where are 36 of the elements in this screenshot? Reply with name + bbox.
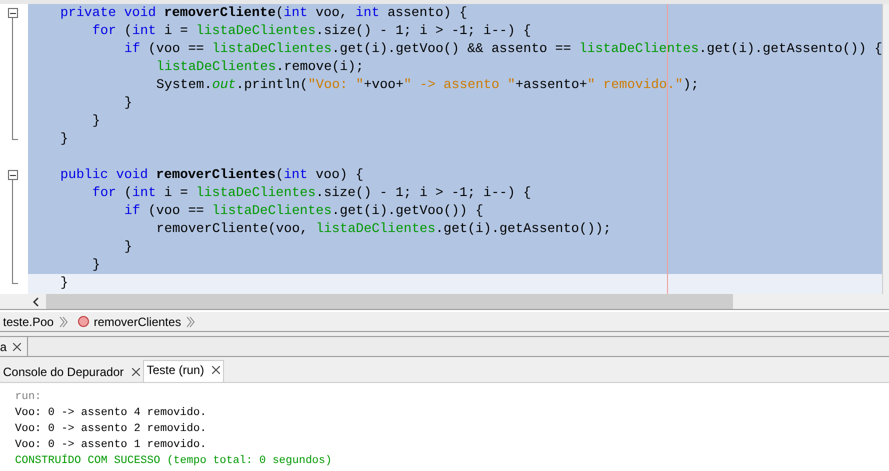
code-line: removerCliente(voo, listaDeClientes.get(i).getAssento()); — [156, 220, 612, 238]
output-line: run: — [15, 390, 42, 405]
output-line: Voo: 0 -> assento 1 removido. — [15, 438, 208, 453]
code-line: if (voo == listaDeClientes.get(i).getVoo() && assento == listaDeClientes.get(i).getAssento()) { — [124, 40, 882, 58]
code-line: } — [60, 274, 68, 292]
chevron-icon — [58, 316, 69, 328]
breadcrumb-item[interactable]: removerClientes — [94, 312, 182, 330]
code-line: for (int i = listaDeClientes.size() - 1; i > -1; i--) { — [92, 184, 532, 202]
horizontal-scrollbar-thumb[interactable] — [46, 294, 733, 309]
code-line: } — [92, 112, 100, 130]
code-line: } — [124, 238, 132, 256]
output-tab[interactable]: Teste (run) — [142, 360, 224, 382]
output-line: CONSTRUÍDO COM SUCESSO (tempo total: 0 segundos) — [15, 453, 333, 469]
code-line: for (int i = listaDeClientes.size() - 1; i > -1; i--) { — [92, 22, 532, 40]
code-line: } — [60, 130, 68, 148]
code-line: } — [124, 94, 132, 112]
chevron-icon — [186, 316, 196, 328]
code-line: System.out.println("Voo: "+voo+" -> assento "+assento+" removido."); — [156, 76, 699, 94]
close-icon[interactable] — [132, 368, 140, 376]
breadcrumb-item[interactable]: teste.Poo — [3, 312, 54, 330]
collapse-icon[interactable] — [8, 170, 18, 180]
method-icon — [78, 316, 89, 327]
output-line: Voo: 0 -> assento 4 removido. — [15, 406, 208, 421]
output-line: Voo: 0 -> assento 2 removido. — [15, 422, 208, 437]
code-line: } — [92, 256, 100, 274]
close-icon[interactable] — [12, 342, 21, 350]
code-line: if (voo == listaDeClientes.get(i).getVoo()) { — [124, 202, 484, 220]
close-icon[interactable] — [212, 366, 220, 374]
code-editor[interactable] — [28, 4, 882, 294]
window-tab[interactable]: a — [0, 337, 28, 356]
vertical-scrollbar[interactable] — [882, 4, 889, 294]
code-line: private void removerCliente(int voo, int assento) { — [60, 4, 468, 22]
collapse-icon[interactable] — [8, 8, 18, 18]
code-line: listaDeClientes.remove(i); — [156, 58, 364, 76]
output-tab[interactable]: Console do Depurador — [0, 362, 143, 382]
code-line: public void removerClientes(int voo) { — [60, 166, 364, 184]
